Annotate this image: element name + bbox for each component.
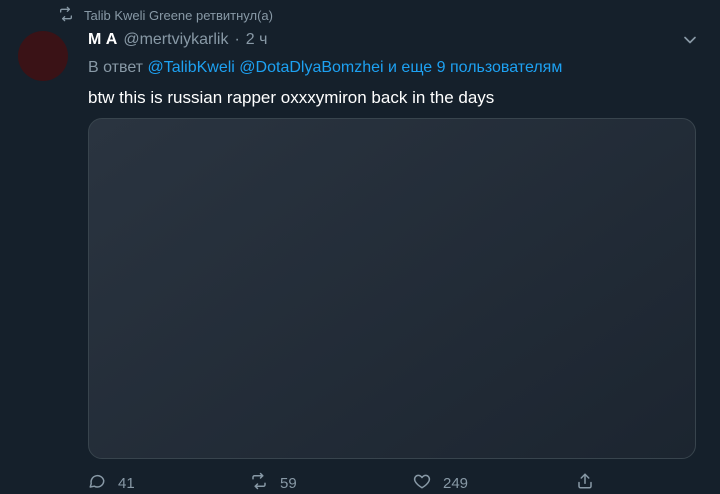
reply-mentions[interactable]: @TalibKweli @DotaDlyaBomzhei и еще 9 пол…	[147, 59, 562, 76]
share-button[interactable]	[576, 472, 594, 494]
tweet-header: М А @mertviykarlik · 2 ч	[88, 31, 267, 49]
author-name[interactable]: М А	[88, 31, 117, 49]
tweet-time[interactable]: 2 ч	[246, 31, 268, 49]
reply-icon	[88, 472, 106, 494]
tweet-text: btw this is russian rapper oxxxymiron ba…	[88, 88, 495, 107]
tweet-actions: 41 59 249	[88, 472, 608, 494]
retweet-icon	[58, 6, 74, 25]
retweet-count: 59	[280, 474, 297, 492]
like-button[interactable]: 249	[413, 472, 468, 494]
reply-context: В ответ @TalibKweli @DotaDlyaBomzhei и е…	[88, 59, 562, 77]
reply-prefix: В ответ	[88, 59, 144, 76]
heart-icon	[413, 472, 431, 494]
author-handle[interactable]: @mertviykarlik	[123, 31, 228, 49]
retweet-button[interactable]: 59	[250, 472, 297, 494]
avatar[interactable]	[18, 31, 68, 81]
separator-dot: ·	[234, 31, 240, 48]
reply-count: 41	[118, 474, 135, 492]
share-icon	[576, 472, 594, 494]
retweet-icon	[250, 472, 268, 494]
chevron-down-icon[interactable]	[680, 30, 700, 50]
tweet-media[interactable]	[88, 118, 696, 459]
retweet-banner-text[interactable]: Talib Kweli Greene ретвитнул(а)	[84, 8, 273, 23]
reply-button[interactable]: 41	[88, 472, 135, 494]
retweet-banner: Talib Kweli Greene ретвитнул(а)	[58, 6, 273, 25]
like-count: 249	[443, 474, 469, 492]
